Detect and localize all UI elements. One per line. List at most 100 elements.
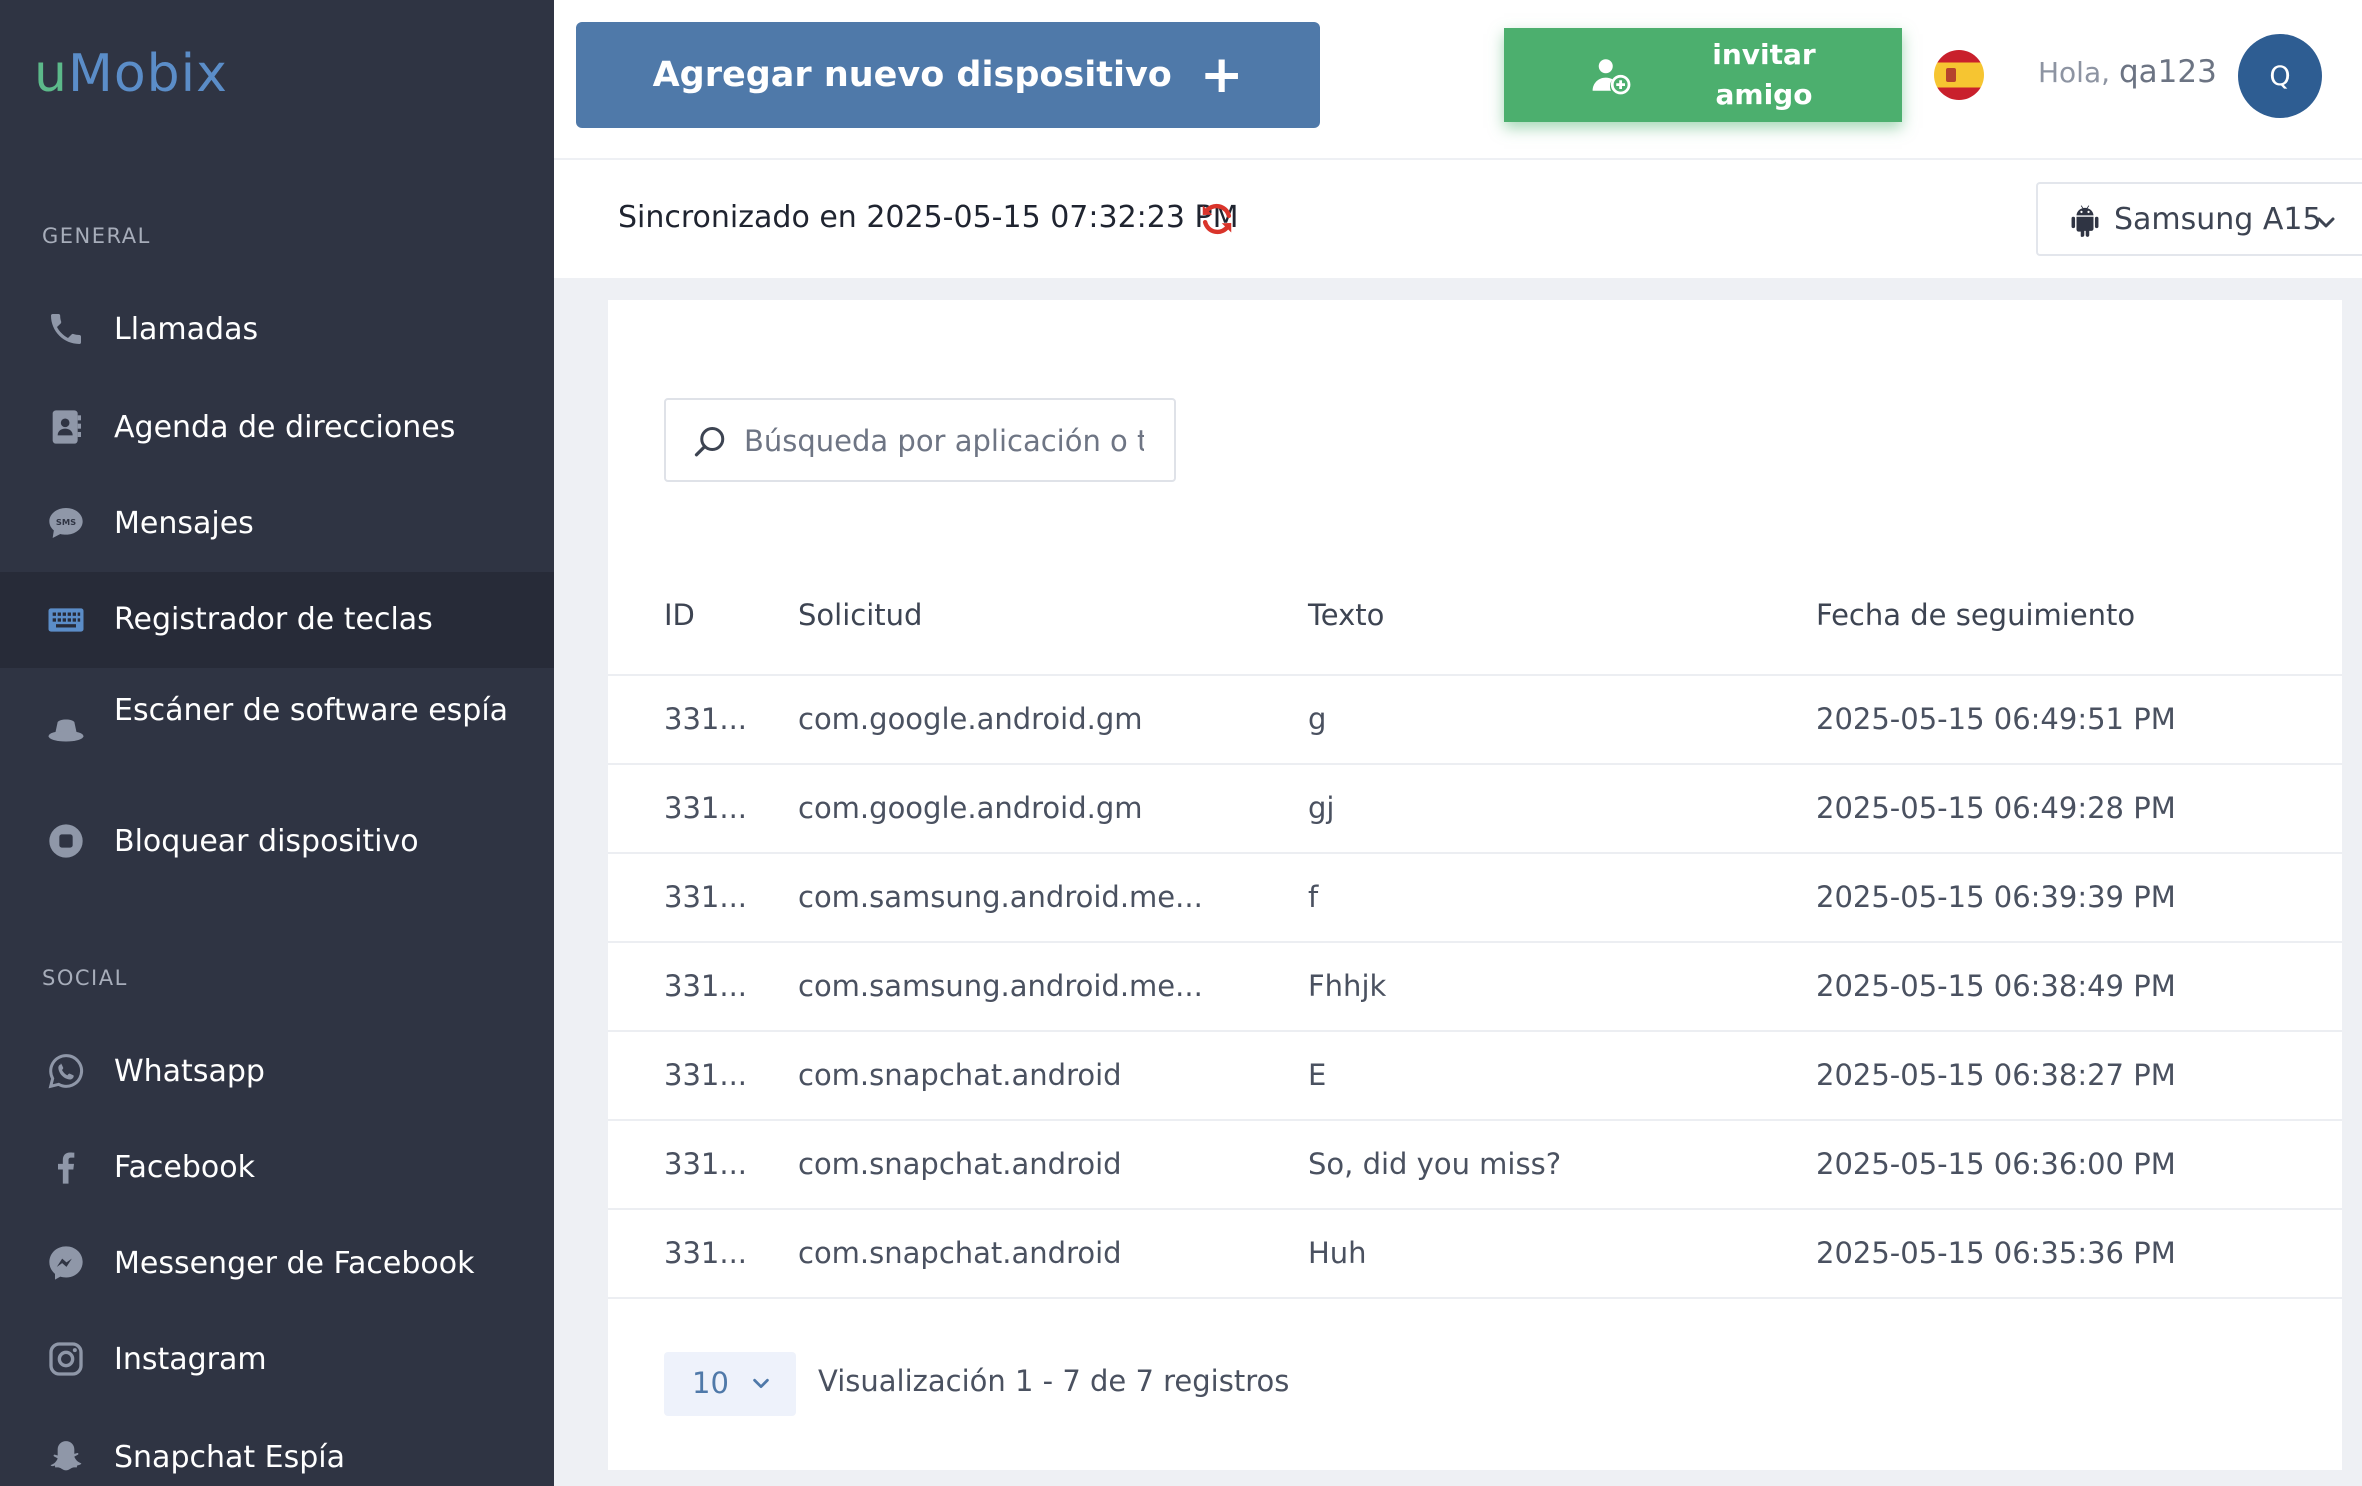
search-icon: [694, 427, 725, 457]
sidebar-item-messenger[interactable]: Messenger de Facebook: [0, 1228, 554, 1298]
address-book-icon: [44, 405, 88, 449]
chevron-down-icon: [753, 1378, 769, 1389]
cell-text: Huh: [1308, 1236, 1367, 1270]
keylog-table: ID Solicitud Texto Fecha de seguimiento …: [608, 560, 2342, 1299]
facebook-icon: [44, 1145, 88, 1189]
sidebar-item-snapchat[interactable]: Snapchat Espía: [0, 1422, 554, 1486]
sidebar-item-label: Whatsapp: [114, 1053, 265, 1089]
chevron-down-icon: [2317, 217, 2335, 228]
section-label-social: SOCIAL: [42, 966, 128, 990]
cell-app: com.samsung.android.me...: [798, 880, 1203, 914]
cell-text: So, did you miss?: [1308, 1147, 1562, 1181]
whatsapp-icon: [44, 1049, 88, 1093]
sidebar-item-label: Instagram: [114, 1341, 267, 1377]
plus-icon: +: [1199, 45, 1244, 105]
cell-id: 331...: [664, 702, 748, 736]
column-header-date[interactable]: Fecha de seguimiento: [1816, 598, 2135, 632]
sidebar-item-whatsapp[interactable]: Whatsapp: [0, 1036, 554, 1106]
cell-app: com.google.android.gm: [798, 791, 1143, 825]
sidebar: uMobix GENERAL Llamadas Agenda de direcc…: [0, 0, 554, 1486]
cell-id: 331...: [664, 880, 748, 914]
invite-friend-button[interactable]: invitar amigo: [1504, 28, 1902, 122]
svg-text:SMS: SMS: [56, 517, 76, 527]
cell-app: com.samsung.android.me...: [798, 969, 1203, 1003]
invite-friend-label: invitar amigo: [1684, 35, 1844, 115]
sidebar-item-mensajes[interactable]: SMS Mensajes: [0, 488, 554, 558]
table-row: 331... com.snapchat.android Huh 2025-05-…: [608, 1210, 2342, 1299]
page-size-value: 10: [692, 1366, 729, 1400]
table-row: 331... com.google.android.gm gj 2025-05-…: [608, 765, 2342, 854]
keyboard-icon: [44, 598, 88, 642]
column-header-id[interactable]: ID: [664, 598, 695, 632]
cell-date: 2025-05-15 06:39:39 PM: [1816, 880, 2176, 914]
snapchat-icon: [44, 1435, 88, 1479]
cell-date: 2025-05-15 06:49:51 PM: [1816, 702, 2176, 736]
sidebar-item-label: Bloquear dispositivo: [114, 823, 419, 859]
add-device-button[interactable]: Agregar nuevo dispositivo +: [576, 22, 1320, 128]
sidebar-item-label: Agenda de direcciones: [114, 409, 456, 445]
spy-hat-icon: [44, 710, 88, 754]
section-label-general: GENERAL: [42, 224, 151, 248]
greeting-text: Hola,: [2038, 56, 2111, 89]
cell-date: 2025-05-15 06:38:27 PM: [1816, 1058, 2176, 1092]
cell-app: com.snapchat.android: [798, 1058, 1122, 1092]
cell-text: g: [1308, 702, 1327, 736]
cell-app: com.google.android.gm: [798, 702, 1143, 736]
cell-text: f: [1308, 880, 1319, 914]
cell-id: 331...: [664, 1236, 748, 1270]
add-user-icon: [1592, 59, 1631, 95]
table-row: 331... com.snapchat.android So, did you …: [608, 1121, 2342, 1210]
sms-icon: SMS: [44, 501, 88, 545]
table-header-row: ID Solicitud Texto Fecha de seguimiento: [608, 560, 2342, 676]
table-row: 331... com.google.android.gm g 2025-05-1…: [608, 676, 2342, 765]
sync-status-text: Sincronizado en 2025-05-15 07:32:23 PM: [618, 200, 1239, 235]
cell-date: 2025-05-15 06:38:49 PM: [1816, 969, 2176, 1003]
sidebar-item-escaner[interactable]: Escáner de software espía: [0, 686, 554, 778]
table-row: 331... com.samsung.android.me... f 2025-…: [608, 854, 2342, 943]
app-logo[interactable]: uMobix: [34, 44, 228, 104]
table-row: 331... com.samsung.android.me... Fhhjk 2…: [608, 943, 2342, 1032]
sidebar-item-facebook[interactable]: Facebook: [0, 1132, 554, 1202]
sidebar-item-bloquear[interactable]: Bloquear dispositivo: [0, 806, 554, 876]
sidebar-item-label: Facebook: [114, 1149, 255, 1185]
cell-text: E: [1308, 1058, 1327, 1092]
sidebar-item-instagram[interactable]: Instagram: [0, 1324, 554, 1394]
device-name: Samsung A15: [2114, 201, 2322, 237]
sidebar-item-label: Messenger de Facebook: [114, 1245, 475, 1281]
messenger-icon: [44, 1241, 88, 1285]
column-header-text[interactable]: Texto: [1308, 598, 1384, 632]
username-text: qa123: [2119, 54, 2217, 90]
sidebar-item-label: Registrador de teclas: [114, 602, 433, 637]
cell-id: 331...: [664, 1147, 748, 1181]
cell-date: 2025-05-15 06:36:00 PM: [1816, 1147, 2176, 1181]
invite-line-1: invitar: [1712, 38, 1816, 71]
refresh-icon[interactable]: [1198, 200, 1236, 238]
keylogger-card: ID Solicitud Texto Fecha de seguimiento …: [608, 300, 2342, 1470]
column-header-app[interactable]: Solicitud: [798, 598, 922, 632]
table-row: 331... com.snapchat.android E 2025-05-15…: [608, 1032, 2342, 1121]
cell-id: 331...: [664, 969, 748, 1003]
sidebar-item-registrador[interactable]: Registrador de teclas: [0, 572, 554, 668]
page-size-select[interactable]: 10: [664, 1352, 796, 1416]
instagram-icon: [44, 1337, 88, 1381]
phone-icon: [44, 307, 88, 351]
cell-app: com.snapchat.android: [798, 1236, 1122, 1270]
spain-flag-icon[interactable]: [1934, 50, 1984, 100]
flag-crest: [1946, 68, 1956, 82]
stop-icon: [44, 819, 88, 863]
search-box[interactable]: [664, 398, 1176, 482]
logo-text: Mobix: [67, 44, 228, 104]
avatar[interactable]: Q: [2238, 34, 2322, 118]
sync-bar: Sincronizado en 2025-05-15 07:32:23 PM S…: [554, 160, 2362, 278]
sidebar-item-llamadas[interactable]: Llamadas: [0, 294, 554, 364]
cell-id: 331...: [664, 1058, 748, 1092]
cell-date: 2025-05-15 06:35:36 PM: [1816, 1236, 2176, 1270]
cell-date: 2025-05-15 06:49:28 PM: [1816, 791, 2176, 825]
cell-text: gj: [1308, 791, 1335, 825]
sidebar-item-label: Mensajes: [114, 505, 254, 541]
cell-text: Fhhjk: [1308, 969, 1387, 1003]
search-input[interactable]: [744, 416, 1144, 466]
sidebar-item-agenda[interactable]: Agenda de direcciones: [0, 392, 554, 462]
device-selector[interactable]: Samsung A15: [2036, 182, 2362, 256]
sidebar-item-label: Llamadas: [114, 311, 259, 347]
